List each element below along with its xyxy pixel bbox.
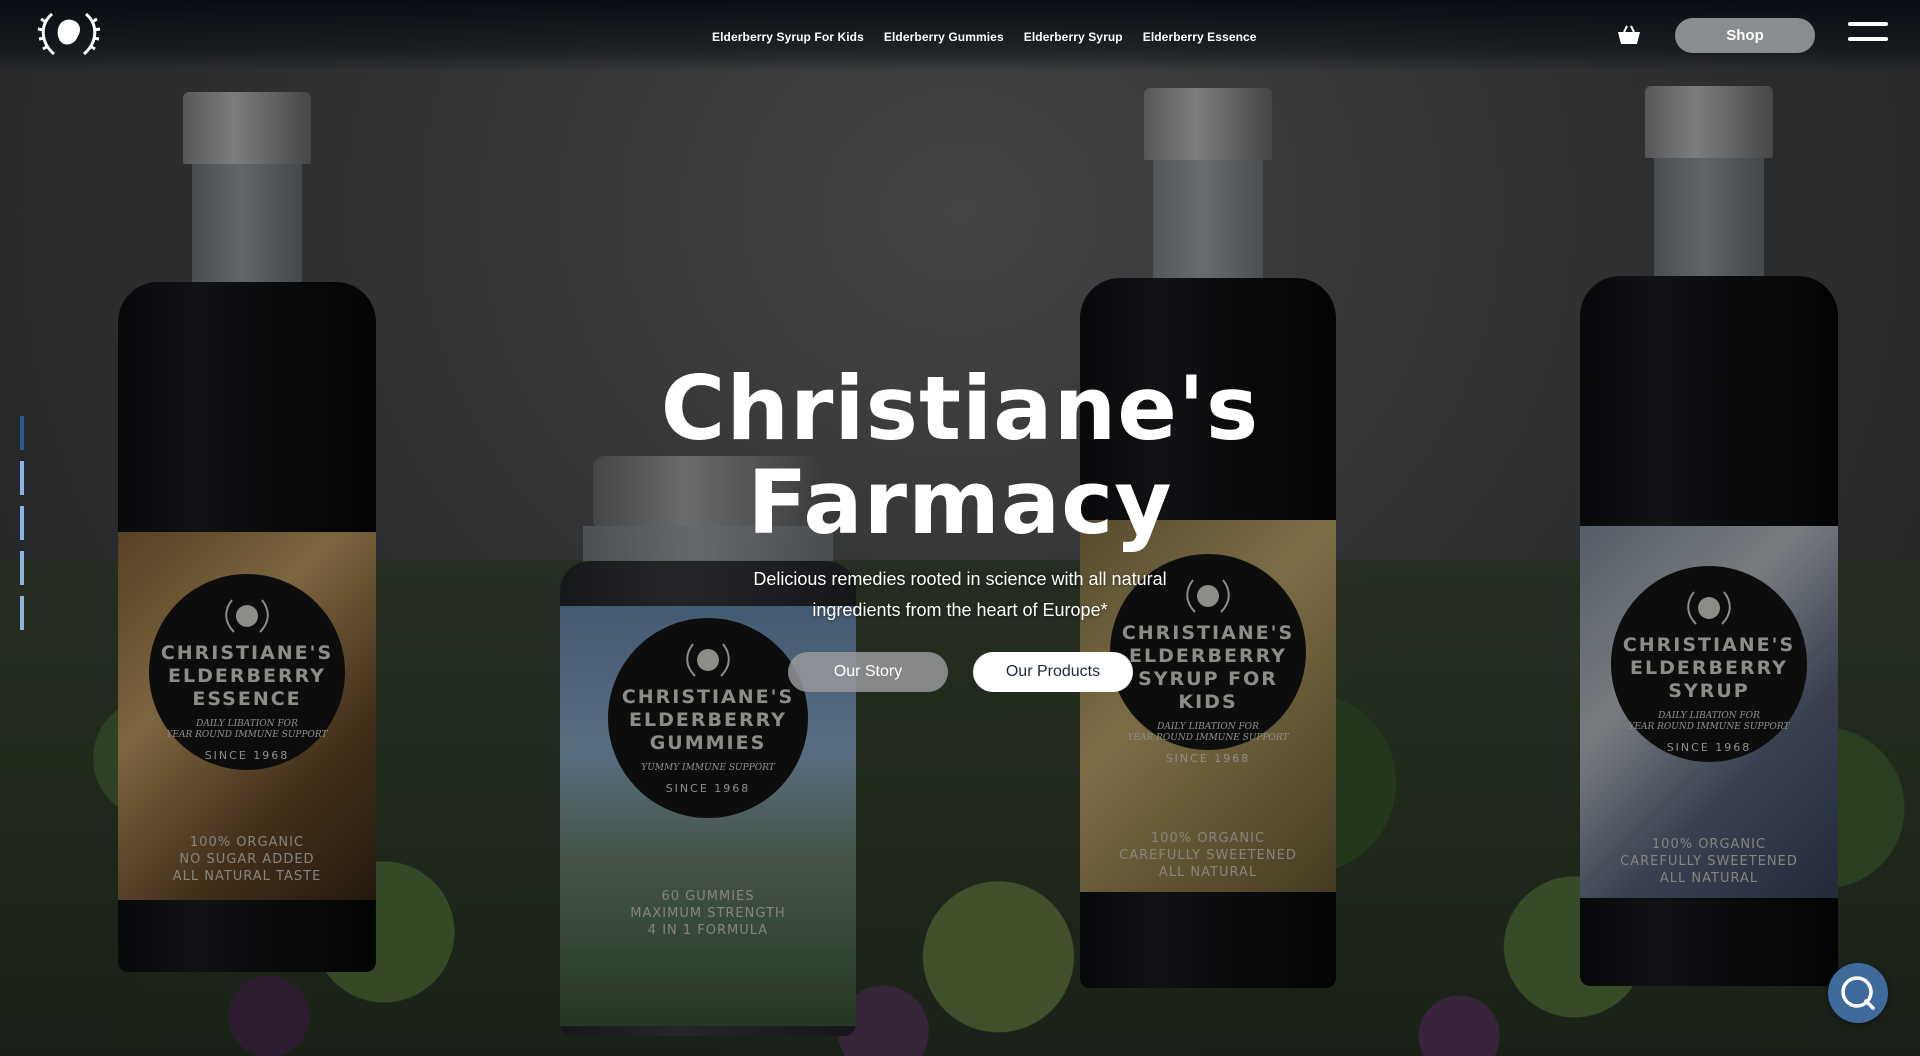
our-products-button[interactable]: Our Products — [973, 652, 1133, 692]
nav-link-syrup[interactable]: Elderberry Syrup — [1024, 30, 1123, 44]
nav-link-essence[interactable]: Elderberry Essence — [1143, 30, 1257, 44]
hero-title-line1: Christiane's — [660, 357, 1260, 460]
slide-indicator-2[interactable] — [20, 461, 24, 495]
main-nav: Elderberry Syrup For Kids Elderberry Gum… — [712, 28, 1257, 46]
nav-item: Elderberry Syrup For Kids — [712, 28, 864, 46]
nav-item: Elderberry Gummies — [884, 28, 1004, 46]
slide-indicators — [20, 416, 26, 641]
nav-item: Elderberry Essence — [1143, 28, 1257, 46]
hero-subtitle-line2: ingredients from the heart of Europe* — [812, 600, 1108, 620]
menu-icon-bar — [1848, 37, 1888, 41]
basket-icon — [1618, 25, 1640, 44]
hamburger-menu-icon — [1848, 22, 1888, 26]
nav-link-gummies[interactable]: Elderberry Gummies — [884, 30, 1004, 44]
nav-link-syrup-for-kids[interactable]: Elderberry Syrup For Kids — [712, 30, 864, 44]
slide-indicator-1[interactable] — [20, 416, 24, 450]
site-header: Elderberry Syrup For Kids Elderberry Gum… — [0, 0, 1920, 72]
chat-bubble-icon — [1841, 976, 1875, 1010]
hero-title: Christiane's Farmacy — [560, 362, 1360, 550]
farmacy-laurel-logo-icon — [37, 12, 101, 56]
cart-link[interactable] — [1617, 24, 1641, 46]
shop-button[interactable]: Shop — [1675, 18, 1815, 53]
slide-indicator-4[interactable] — [20, 551, 24, 585]
hero-title-line2: Farmacy — [747, 451, 1173, 554]
hero-subtitle-line1: Delicious remedies rooted in science wit… — [753, 569, 1167, 589]
hero-subtitle: Delicious remedies rooted in science wit… — [720, 564, 1200, 626]
nav-item: Elderberry Syrup — [1024, 28, 1123, 46]
slide-indicator-3[interactable] — [20, 506, 24, 540]
our-story-button[interactable]: Our Story — [788, 652, 948, 692]
home-logo-link[interactable] — [36, 8, 102, 58]
hamburger-menu-button[interactable] — [1848, 22, 1890, 48]
chat-button[interactable] — [1828, 963, 1888, 1023]
slide-indicator-5[interactable] — [20, 596, 24, 630]
